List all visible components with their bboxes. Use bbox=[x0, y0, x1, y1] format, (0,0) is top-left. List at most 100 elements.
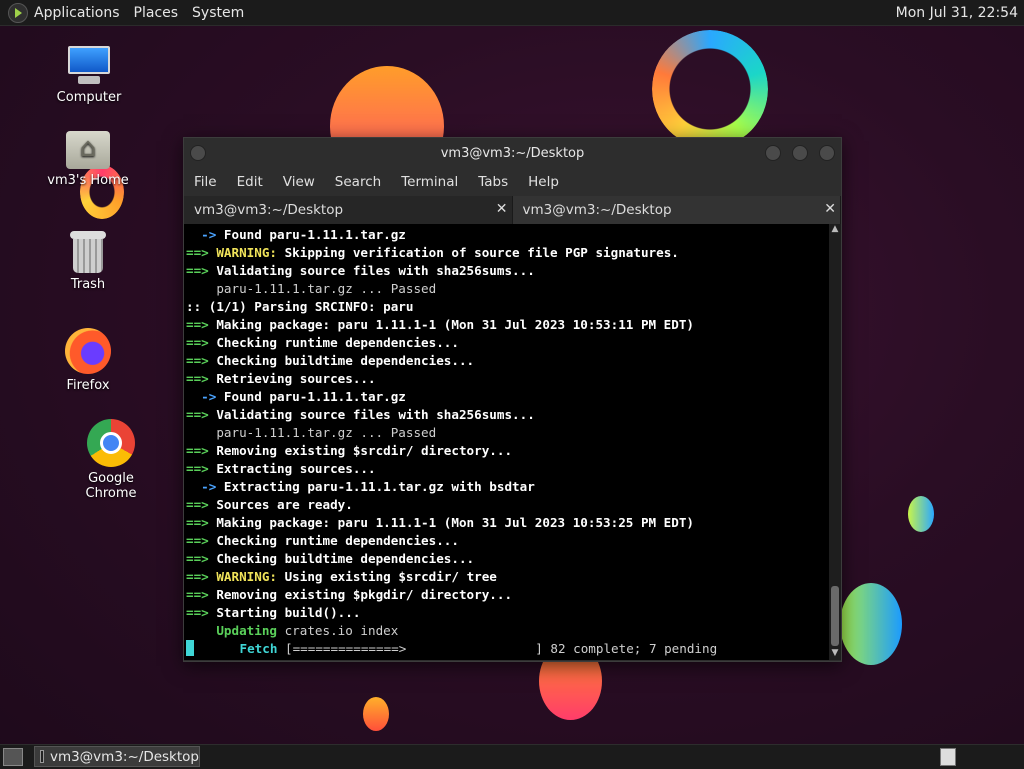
taskbar-item-terminal[interactable]: vm3@vm3:~/Desktop bbox=[34, 746, 200, 767]
terminal-line: ==> WARNING: Using existing $srcdir/ tre… bbox=[184, 568, 829, 586]
terminal-text: :: (1/1) Parsing SRCINFO: paru bbox=[186, 299, 414, 314]
terminal-text: Retrieving sources... bbox=[216, 371, 376, 386]
tab-label: vm3@vm3:~/Desktop bbox=[194, 202, 344, 218]
terminal-text: Starting build()... bbox=[216, 605, 361, 620]
terminal-text: Found paru-1.11.1.tar.gz bbox=[223, 389, 406, 404]
wallpaper-blob-green-small bbox=[908, 496, 934, 532]
terminal-text: Checking buildtime dependencies... bbox=[216, 551, 475, 566]
terminal-text: Extracting paru-1.11.1.tar.gz with bsdta… bbox=[223, 479, 535, 494]
terminal-text: ==> bbox=[186, 245, 217, 260]
terminal-text: ==> bbox=[186, 497, 217, 512]
menu-tabs[interactable]: Tabs bbox=[478, 174, 508, 190]
terminal-text: paru-1.11.1.tar.gz ... Passed bbox=[186, 281, 437, 296]
terminal-text: Checking runtime dependencies... bbox=[216, 335, 459, 350]
taskbar-item-label: vm3@vm3:~/Desktop bbox=[49, 748, 199, 765]
menu-help[interactable]: Help bbox=[528, 174, 559, 190]
terminal-text: ==> bbox=[186, 569, 217, 584]
scroll-down-icon[interactable]: ▼ bbox=[829, 648, 841, 660]
menu-places[interactable]: Places bbox=[134, 5, 179, 21]
tab-1[interactable]: vm3@vm3:~/Desktop ✕ bbox=[184, 196, 513, 224]
window-titlebar[interactable]: vm3@vm3:~/Desktop bbox=[184, 138, 841, 168]
menu-terminal[interactable]: Terminal bbox=[401, 174, 458, 190]
close-button[interactable] bbox=[819, 145, 835, 161]
terminal-text: ==> bbox=[186, 353, 217, 368]
desktop-icon-computer[interactable]: Computer bbox=[39, 46, 139, 105]
terminal-tabs: vm3@vm3:~/Desktop ✕ vm3@vm3:~/Desktop ✕ bbox=[184, 196, 841, 224]
panel-clock[interactable]: Mon Jul 31, 22:54 bbox=[896, 5, 1018, 21]
menu-applications[interactable]: Applications bbox=[34, 5, 120, 21]
terminal-line: ==> Validating source files with sha256s… bbox=[184, 406, 829, 424]
terminal-menubar: File Edit View Search Terminal Tabs Help bbox=[184, 168, 841, 196]
minimize-button[interactable] bbox=[765, 145, 781, 161]
terminal-text: ==> bbox=[186, 407, 217, 422]
scrollbar-thumb[interactable] bbox=[831, 586, 839, 646]
desktop-icon-home[interactable]: vm3's Home bbox=[38, 131, 138, 188]
terminal-scrollbar[interactable]: ▲ ▼ bbox=[829, 224, 841, 660]
terminal-line: ==> Removing existing $pkgdir/ directory… bbox=[184, 586, 829, 604]
terminal-line: :: (1/1) Parsing SRCINFO: paru bbox=[184, 298, 829, 316]
terminal-output[interactable]: -> Found paru-1.11.1.tar.gz ==> WARNING: … bbox=[184, 224, 829, 660]
computer-icon bbox=[66, 46, 112, 86]
terminal-text: Checking runtime dependencies... bbox=[216, 533, 459, 548]
terminal-text: ==> bbox=[186, 317, 217, 332]
scroll-up-icon[interactable]: ▲ bbox=[829, 224, 841, 236]
maximize-button[interactable] bbox=[792, 145, 808, 161]
terminal-text: WARNING: bbox=[216, 569, 285, 584]
menu-file[interactable]: File bbox=[194, 174, 217, 190]
menu-system[interactable]: System bbox=[192, 5, 244, 21]
desktop-icon-firefox[interactable]: Firefox bbox=[38, 328, 138, 393]
wallpaper-blob-green bbox=[840, 583, 902, 665]
terminal-text: ==> bbox=[186, 533, 217, 548]
wallpaper-ring bbox=[652, 30, 768, 148]
desktop-icon-trash[interactable]: Trash bbox=[38, 231, 138, 292]
menu-view[interactable]: View bbox=[283, 174, 315, 190]
terminal-window[interactable]: vm3@vm3:~/Desktop File Edit View Search … bbox=[183, 137, 842, 662]
terminal-line: ==> Checking runtime dependencies... bbox=[184, 334, 829, 352]
menu-search[interactable]: Search bbox=[335, 174, 381, 190]
tab-2[interactable]: vm3@vm3:~/Desktop ✕ bbox=[512, 196, 841, 224]
tab-close-icon[interactable]: ✕ bbox=[824, 201, 836, 217]
menu-edit[interactable]: Edit bbox=[237, 174, 263, 190]
trash-icon bbox=[70, 231, 106, 273]
terminal-line: -> Found paru-1.11.1.tar.gz bbox=[184, 226, 829, 244]
window-title: vm3@vm3:~/Desktop bbox=[440, 145, 585, 161]
terminal-line: Updating crates.io index bbox=[184, 622, 829, 640]
terminal-line: ==> WARNING: Skipping verification of so… bbox=[184, 244, 829, 262]
tab-close-icon[interactable]: ✕ bbox=[496, 201, 508, 217]
terminal-line: paru-1.11.1.tar.gz ... Passed bbox=[184, 280, 829, 298]
terminal-text: ==> bbox=[186, 461, 217, 476]
terminal-text: Extracting sources... bbox=[216, 461, 376, 476]
workspace-switcher[interactable] bbox=[940, 748, 956, 766]
terminal-line: ==> Starting build()... bbox=[184, 604, 829, 622]
terminal-text: ==> bbox=[186, 515, 217, 530]
terminal-text: Skipping verification of source file PGP… bbox=[284, 245, 679, 260]
terminal-text: Making package: paru 1.11.1-1 (Mon 31 Ju… bbox=[216, 317, 695, 332]
terminal-text: Updating bbox=[186, 623, 285, 638]
terminal-text: Making package: paru 1.11.1-1 (Mon 31 Ju… bbox=[216, 515, 695, 530]
terminal-text: paru-1.11.1.tar.gz ... Passed bbox=[186, 425, 437, 440]
terminal-line: paru-1.11.1.tar.gz ... Passed bbox=[184, 424, 829, 442]
terminal-icon bbox=[40, 750, 44, 763]
terminal-text: Removing existing $pkgdir/ directory... bbox=[216, 587, 513, 602]
terminal-text: Checking buildtime dependencies... bbox=[216, 353, 475, 368]
top-panel: Applications Places System Mon Jul 31, 2… bbox=[0, 0, 1024, 26]
terminal-line: ==> Making package: paru 1.11.1-1 (Mon 3… bbox=[184, 514, 829, 532]
window-menu-button[interactable] bbox=[190, 145, 206, 161]
distro-logo-icon[interactable] bbox=[8, 2, 28, 23]
terminal-line: ==> Extracting sources... bbox=[184, 460, 829, 478]
desktop-icon-google-chrome[interactable]: Google Chrome bbox=[61, 419, 161, 501]
terminal-text: Found paru-1.11.1.tar.gz bbox=[223, 227, 406, 242]
terminal-text: [==============> ] 82 complete; 7 pendin… bbox=[285, 641, 718, 656]
desktop-icon-label: Firefox bbox=[66, 378, 110, 393]
tab-label: vm3@vm3:~/Desktop bbox=[522, 202, 672, 218]
desktop-icon-label: Trash bbox=[70, 277, 106, 292]
terminal-text: ==> bbox=[186, 605, 217, 620]
show-desktop-icon[interactable] bbox=[3, 748, 23, 766]
terminal-text: ==> bbox=[186, 587, 217, 602]
wallpaper-blob-orange-small bbox=[363, 697, 389, 731]
terminal-line: ==> Removing existing $srcdir/ directory… bbox=[184, 442, 829, 460]
terminal-line: ==> Making package: paru 1.11.1-1 (Mon 3… bbox=[184, 316, 829, 334]
chrome-icon bbox=[87, 419, 135, 467]
terminal-text: Using existing $srcdir/ tree bbox=[284, 569, 497, 584]
terminal-text: Fetch bbox=[194, 641, 285, 656]
